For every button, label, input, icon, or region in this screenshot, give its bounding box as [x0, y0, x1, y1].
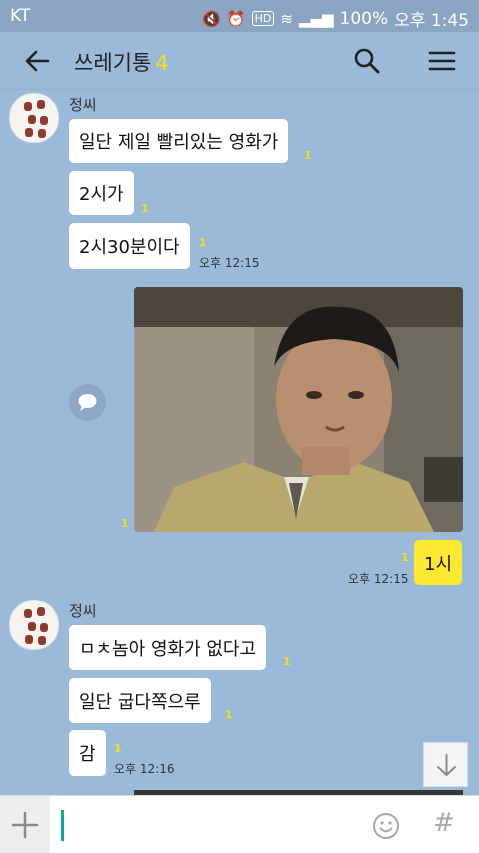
message-bubble[interactable]: 감	[69, 730, 106, 776]
message-bubble[interactable]: ㅁㅊ놈아 영화가 없다고	[69, 625, 267, 670]
text-cursor	[61, 810, 64, 841]
my-message-bubble[interactable]: 1시	[414, 540, 463, 585]
status-bar: KT 🔇 ⏰ HD ≋ ▂▄▆ 100% 오후 1:45	[0, 0, 479, 32]
message-text: 감	[79, 744, 96, 765]
emoji-icon[interactable]	[372, 812, 400, 840]
mute-icon: 🔇	[202, 9, 221, 28]
chat-photo[interactable]	[134, 287, 463, 532]
unread-count: 1	[141, 202, 149, 215]
message-bubble[interactable]: 일단 제일 빨리있는 영화가	[69, 119, 289, 163]
battery-label: 100%	[339, 8, 389, 29]
message-timestamp: 오후 12:16	[114, 762, 175, 776]
message-text: 1시	[424, 553, 453, 575]
alarm-icon: ⏰	[226, 9, 246, 28]
message-text: ㅁㅊ놈아 영화가 없다고	[79, 638, 257, 660]
chat-title: 쓰레기통 4	[74, 47, 169, 77]
unread-count: 1	[199, 236, 207, 249]
unread-count: 1	[283, 655, 291, 668]
unread-count: 1	[225, 708, 233, 721]
message-text: 일단 제일 빨리있는 영화가	[79, 132, 279, 153]
clock-label: 오후 1:45	[394, 11, 469, 31]
avatar[interactable]	[9, 93, 59, 143]
message-text: 2시가	[79, 184, 124, 205]
hash-icon[interactable]: #	[433, 808, 455, 838]
unread-count: 1	[401, 551, 409, 564]
chat-title-text: 쓰레기통	[74, 51, 152, 75]
message-timestamp: 오후 12:15	[199, 256, 260, 270]
plus-button[interactable]	[0, 796, 50, 853]
hd-icon: HD	[251, 11, 275, 26]
share-icon[interactable]	[69, 384, 106, 421]
wifi-icon: ≋	[280, 9, 293, 28]
message-bubble[interactable]: 일단 굽다쪽으루	[69, 678, 211, 723]
back-arrow-icon[interactable]	[22, 46, 52, 76]
message-text: 일단 굽다쪽으루	[79, 691, 201, 713]
unread-count: 1	[121, 517, 129, 530]
unread-count: 1	[114, 742, 122, 755]
message-input[interactable]	[55, 796, 355, 853]
menu-icon[interactable]	[427, 46, 457, 76]
scroll-down-button[interactable]	[423, 742, 468, 787]
message-bubble[interactable]: 2시가	[69, 171, 134, 215]
plus-icon	[11, 811, 39, 839]
sender-name: 정씨	[69, 96, 97, 114]
unread-count: 1	[304, 149, 312, 162]
avatar[interactable]	[9, 600, 59, 650]
search-icon[interactable]	[352, 46, 382, 76]
message-timestamp: 오후 12:15	[348, 572, 409, 586]
sender-name: 정씨	[69, 602, 97, 620]
message-input-bar: #	[0, 795, 479, 853]
status-icons: 🔇 ⏰ HD ≋ ▂▄▆ 100% 오후 1:45	[202, 6, 469, 32]
message-bubble[interactable]: 2시30분이다	[69, 223, 190, 269]
chat-header: 쓰레기통 4	[0, 32, 479, 90]
signal-icon: ▂▄▆	[298, 9, 334, 28]
message-text: 2시30분이다	[79, 237, 180, 258]
carrier-label: KT	[10, 6, 31, 26]
member-count: 4	[155, 51, 169, 75]
arrow-down-icon	[437, 754, 456, 776]
